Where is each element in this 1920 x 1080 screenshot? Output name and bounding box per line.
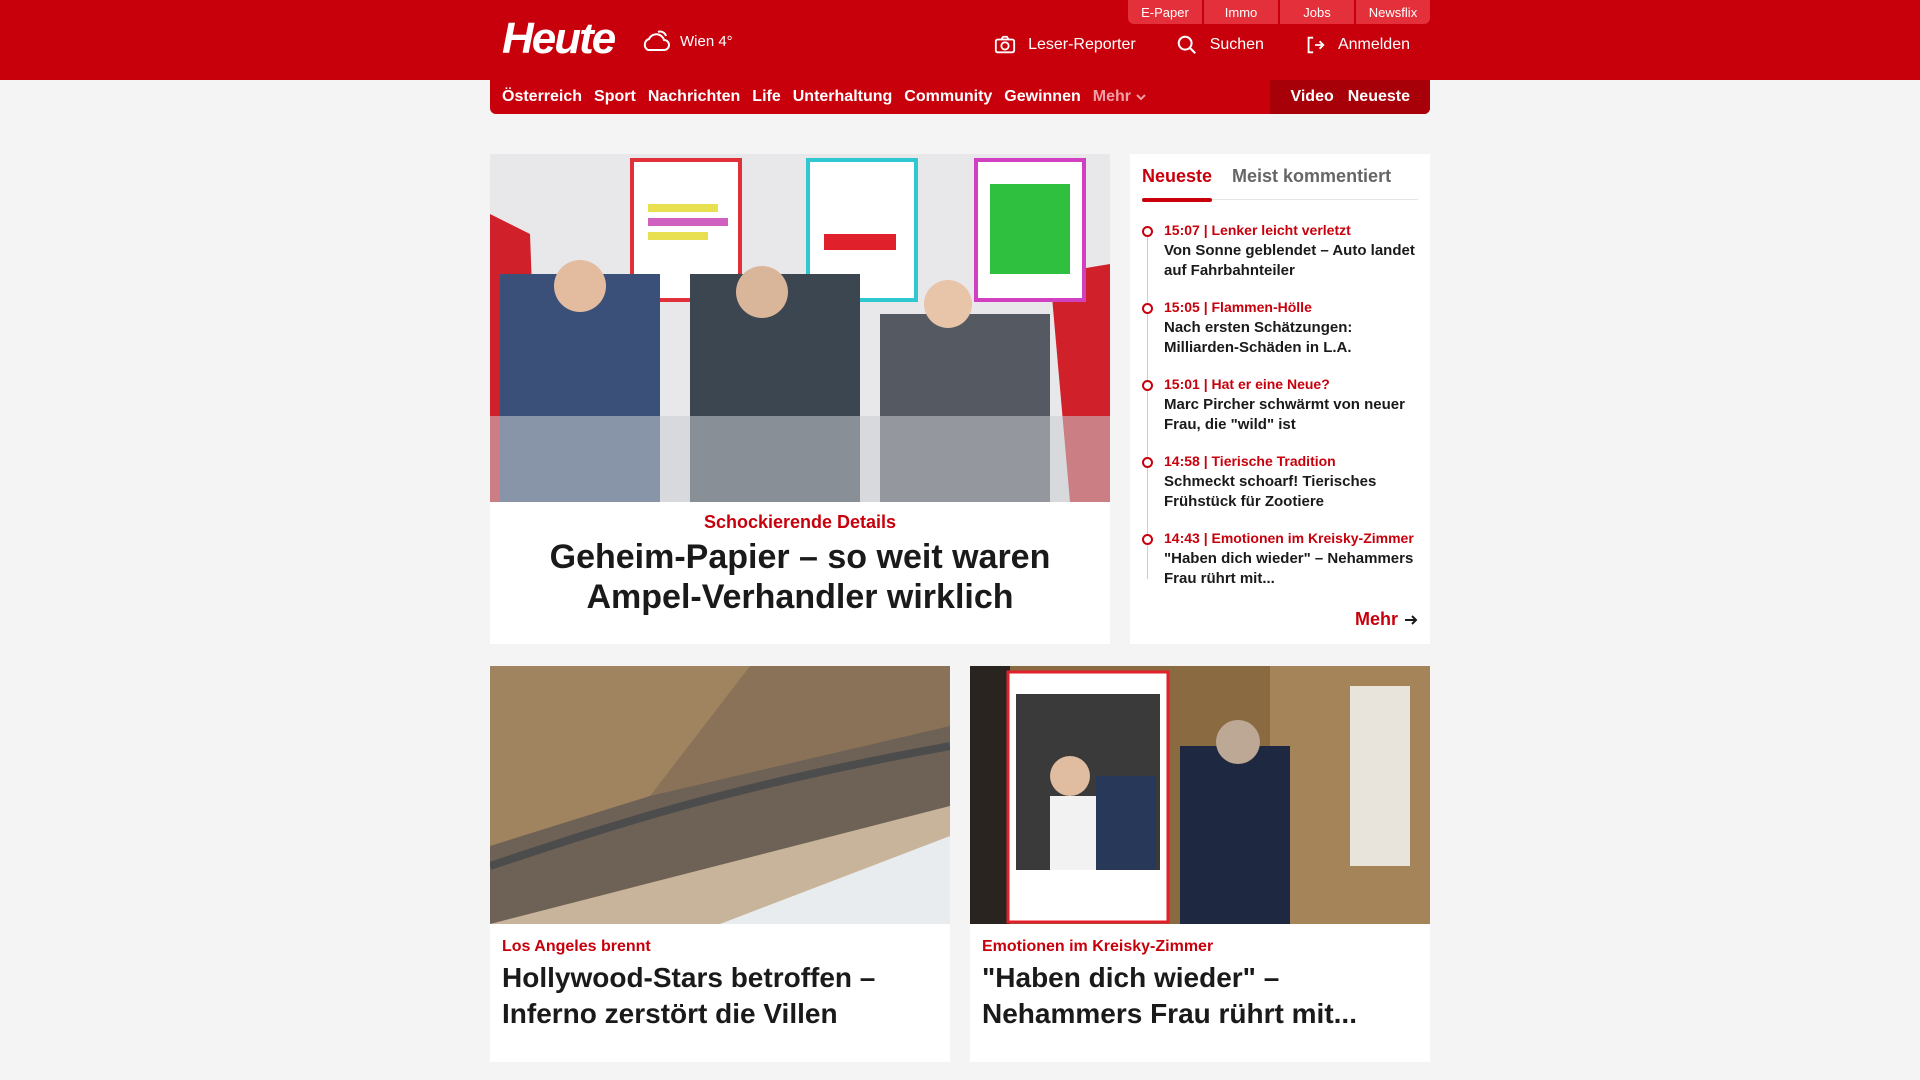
feed-item[interactable]: 15:01 | Hat er eine Neue? Marc Pircher s… <box>1142 376 1418 435</box>
latest-sidebar: Neueste Meist kommentiert 15:07 | Lenker… <box>1130 154 1430 644</box>
top-link-epaper[interactable]: E-Paper <box>1128 0 1202 24</box>
article-title[interactable]: "Haben dich wieder" – Nehammers Frau rüh… <box>982 960 1418 1032</box>
sidebar-more-link[interactable]: Mehr <box>1355 609 1418 630</box>
camera-icon <box>994 35 1016 54</box>
timeline-dot-icon <box>1142 457 1153 468</box>
nav-item-nachrichten[interactable]: Nachrichten <box>648 88 740 106</box>
timeline-dot-icon <box>1142 380 1153 391</box>
top-links: E-Paper Immo Jobs Newsflix <box>1128 0 1430 24</box>
feed-title[interactable]: Nach ersten Schätzungen: Milliarden-Schä… <box>1164 318 1418 358</box>
feed-meta: 15:01 | Hat er eine Neue? <box>1164 376 1330 392</box>
feed-meta: 15:07 | Lenker leicht verletzt <box>1164 222 1351 238</box>
reader-reporter-button[interactable]: Leser-Reporter <box>994 34 1136 56</box>
nav-item-neueste[interactable]: Neueste <box>1348 88 1410 106</box>
hero-photo <box>490 154 1110 502</box>
search-button[interactable]: Suchen <box>1176 34 1264 56</box>
nav-right: Video Neueste <box>1270 80 1430 114</box>
chevron-down-icon <box>1136 94 1146 101</box>
weather-widget[interactable]: Wien 4° <box>638 26 733 56</box>
nav-item-gewinnen[interactable]: Gewinnen <box>1004 88 1080 106</box>
tab-neueste[interactable]: Neueste <box>1142 154 1213 202</box>
hero-image[interactable] <box>490 154 1110 502</box>
feed-meta: 15:05 | Flammen-Hölle <box>1164 299 1312 315</box>
login-button[interactable]: Anmelden <box>1304 34 1410 56</box>
header-actions: Leser-Reporter Suchen Anmelden <box>994 34 1410 56</box>
hero-article[interactable]: Schockierende Details Geheim-Papier – so… <box>490 154 1110 644</box>
news-feed: 15:07 | Lenker leicht verletzt Von Sonne… <box>1142 222 1418 589</box>
timeline-dot-icon <box>1142 226 1153 237</box>
timeline-dot-icon <box>1142 534 1153 545</box>
article-image[interactable] <box>970 666 1430 924</box>
article-kicker: Emotionen im Kreisky-Zimmer <box>982 938 1214 955</box>
article-title[interactable]: Hollywood-Stars betroffen – Inferno zers… <box>502 960 938 1032</box>
top-link-newsflix[interactable]: Newsflix <box>1356 0 1430 24</box>
article-card[interactable]: Los Angeles brennt Hollywood-Stars betro… <box>490 666 950 1062</box>
article-kicker: Los Angeles brennt <box>502 938 651 955</box>
nav-more-dropdown[interactable]: Mehr <box>1093 88 1147 106</box>
article-image[interactable] <box>490 666 950 924</box>
timeline-dot-icon <box>1142 303 1153 314</box>
sidebar-more-label: Mehr <box>1354 609 1398 629</box>
feed-item[interactable]: 15:05 | Flammen-Hölle Nach ersten Schätz… <box>1142 299 1418 358</box>
reader-reporter-label: Leser-Reporter <box>1028 36 1136 53</box>
nav-item-life[interactable]: Life <box>752 88 780 106</box>
sidebar-tabs: Neueste Meist kommentiert <box>1142 154 1418 202</box>
main-nav: Österreich Sport Nachrichten Life Unterh… <box>490 80 1430 114</box>
nav-item-sport[interactable]: Sport <box>594 88 636 106</box>
tab-meist-kommentiert[interactable]: Meist kommentiert <box>1232 154 1391 200</box>
kreisky-room-photo <box>970 666 1430 924</box>
cloud-sun-icon <box>643 30 670 51</box>
feed-item[interactable]: 14:58 | Tierische Tradition Schmeckt sch… <box>1142 453 1418 512</box>
hero-kicker: Schockierende Details <box>703 512 897 532</box>
nav-more-label: Mehr <box>1092 88 1131 105</box>
feed-title[interactable]: Von Sonne geblendet – Auto landet auf Fa… <box>1164 241 1418 281</box>
feed-item[interactable]: 14:43 | Emotionen im Kreisky-Zimmer "Hab… <box>1142 530 1418 589</box>
feed-title[interactable]: Marc Pircher schwärmt von neuer Frau, di… <box>1164 395 1418 435</box>
search-label: Suchen <box>1209 36 1264 53</box>
nav-item-video[interactable]: Video <box>1290 88 1333 106</box>
feed-meta: 14:58 | Tierische Tradition <box>1164 453 1336 469</box>
site-logo[interactable]: Heute <box>502 14 616 64</box>
nav-item-unterhaltung[interactable]: Unterhaltung <box>793 88 893 106</box>
feed-title[interactable]: Schmeckt schoarf! Tierisches Frühstück f… <box>1164 472 1418 512</box>
article-card[interactable]: Emotionen im Kreisky-Zimmer "Haben dich … <box>970 666 1430 1062</box>
search-icon <box>1177 35 1196 54</box>
site-header: Heute Wien 4° E-Paper Immo Jobs Newsflix… <box>0 0 1920 80</box>
login-label: Anmelden <box>1337 36 1410 53</box>
arrow-right-icon <box>1405 614 1418 625</box>
top-link-immo[interactable]: Immo <box>1204 0 1278 24</box>
weather-text: Wien 4° <box>680 32 733 50</box>
feed-title[interactable]: "Haben dich wieder" – Nehammers Frau rüh… <box>1164 549 1418 589</box>
nav-item-oesterreich[interactable]: Österreich <box>502 88 582 106</box>
top-link-jobs[interactable]: Jobs <box>1280 0 1354 24</box>
feed-item[interactable]: 15:07 | Lenker leicht verletzt Von Sonne… <box>1142 222 1418 281</box>
wildfire-photo <box>490 666 950 924</box>
login-icon <box>1307 36 1325 54</box>
nav-item-community[interactable]: Community <box>904 88 992 106</box>
feed-meta: 14:43 | Emotionen im Kreisky-Zimmer <box>1164 530 1414 546</box>
hero-title[interactable]: Geheim-Papier – so weit waren Ampel-Verh… <box>490 533 1110 617</box>
